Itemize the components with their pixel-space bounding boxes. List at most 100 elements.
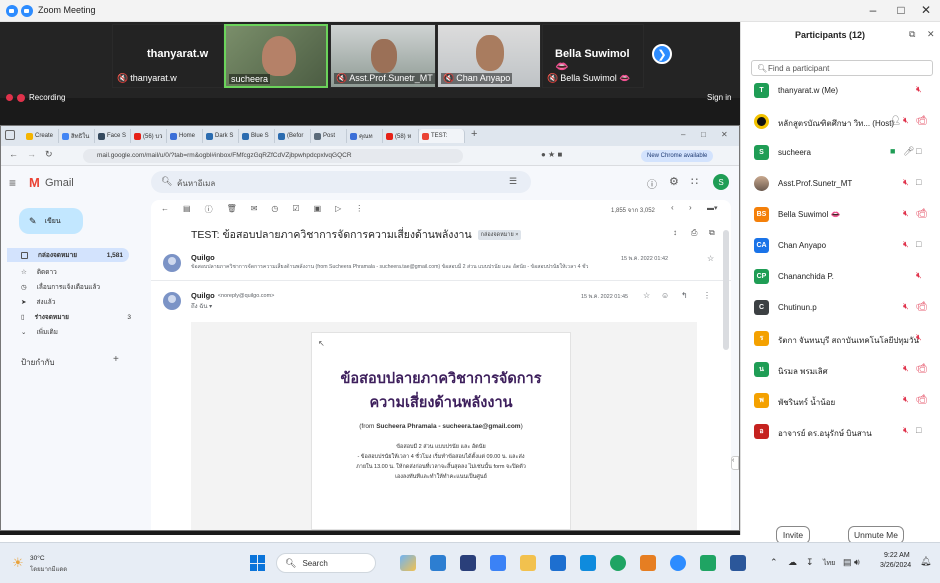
tray-overflow-icon[interactable]: ⌃ bbox=[770, 557, 778, 568]
mail-scrollbar[interactable] bbox=[723, 230, 729, 350]
word-app-icon[interactable] bbox=[730, 555, 746, 571]
browser-minimize-icon[interactable]: – bbox=[681, 130, 685, 139]
print-icon[interactable]: ⎙ bbox=[691, 228, 697, 238]
participant-row[interactable]: Tthanyarat.w (Me) 🔇︎ bbox=[741, 78, 940, 104]
mark-unread-icon[interactable]: ✉ bbox=[251, 204, 258, 215]
browser-tab[interactable]: Face S bbox=[95, 129, 131, 143]
archive-icon[interactable]: ▤ bbox=[183, 204, 191, 215]
minimize-button[interactable]: – bbox=[865, 3, 881, 17]
participant-row[interactable]: Asst.Prof.Sunetr_MT 🔇︎ □︎ bbox=[741, 171, 940, 197]
participant-search-input[interactable]: 🔍︎ Find a participant bbox=[751, 60, 933, 76]
browser-tab[interactable]: (58) ห bbox=[383, 129, 419, 143]
reload-icon[interactable]: ↻ bbox=[45, 149, 53, 160]
account-avatar[interactable]: S bbox=[713, 174, 729, 190]
participant-row[interactable]: CP Chananchida P. 🔇︎ bbox=[741, 264, 940, 290]
browser-tab[interactable]: คุณท bbox=[347, 129, 383, 143]
file-explorer-icon[interactable] bbox=[520, 555, 536, 571]
widgets-icon[interactable] bbox=[400, 555, 416, 571]
participant-row[interactable]: Ssucheera ■︎ 🎤︎ □︎ bbox=[741, 140, 940, 166]
participant-row[interactable]: ร รัตกา จันทนบุรี สถาบันเทคโนโลยีปทุมวัน 🔇… bbox=[741, 326, 940, 352]
restore-button[interactable]: □ bbox=[893, 3, 909, 17]
powerpoint-app-icon[interactable] bbox=[640, 555, 656, 571]
forward-icon[interactable]: → bbox=[27, 149, 36, 159]
mail-app-icon[interactable] bbox=[550, 555, 566, 571]
participant-row[interactable]: BS Bella Suwimol 👄 🔇︎ 📹︎ bbox=[741, 202, 940, 228]
participant-row[interactable]: พ พัชรินทร์ น้ำน้อย 🔇︎ 📹︎ bbox=[741, 388, 940, 414]
open-new-window-icon[interactable]: ⧉ bbox=[709, 228, 715, 238]
participant-row[interactable]: อ อาจารย์ ดร.อนุรักษ์ บินสาน 🔇︎ □︎ bbox=[741, 419, 940, 445]
clock-date[interactable]: 3/26/2024 bbox=[880, 562, 911, 569]
new-tab-icon[interactable]: + bbox=[471, 128, 477, 140]
participant-row[interactable]: หลักสูตรบัณฑิตศึกษา วิท... (Host) 👤︎ 🔇︎ 📹︎ bbox=[741, 109, 940, 135]
add-task-icon[interactable]: ☑ bbox=[292, 204, 299, 215]
next-page-icon[interactable]: › bbox=[689, 203, 692, 212]
browser-tab[interactable]: Dark S bbox=[203, 129, 239, 143]
signin-link[interactable]: Sign in bbox=[707, 93, 731, 102]
clock-time[interactable]: 9:22 AM bbox=[884, 552, 910, 559]
compose-button[interactable]: ✎ เขียน bbox=[19, 208, 83, 234]
nav-more[interactable]: ⌄ เพิ่มเติม bbox=[21, 327, 58, 337]
star-toggle-icon[interactable]: ☆ bbox=[643, 291, 650, 300]
close-panel-icon[interactable]: ✕ bbox=[927, 29, 935, 40]
browser-tab[interactable]: สิทธิใน bbox=[59, 129, 95, 143]
cloud-icon[interactable]: ☁ bbox=[788, 557, 797, 568]
close-button[interactable]: ✕ bbox=[918, 3, 934, 17]
expand-icon[interactable]: ↕ bbox=[673, 228, 677, 237]
tab-search-icon[interactable] bbox=[5, 130, 15, 140]
recipient-toggle[interactable]: ถึง ฉัน ▾ bbox=[191, 301, 212, 311]
trash-icon[interactable]: 🗑︎ bbox=[227, 204, 237, 215]
network-volume-icon[interactable]: ▤ 🔊︎ bbox=[843, 557, 860, 568]
taskbar-search[interactable]: 🔍︎ Search bbox=[276, 553, 376, 573]
language-indicator[interactable]: ไทย bbox=[823, 558, 835, 569]
move-to-icon[interactable]: ▣ bbox=[314, 204, 322, 215]
add-label-icon[interactable]: + bbox=[113, 354, 119, 365]
video-tile-thanyarat[interactable]: thanyarat.w 🔇 thanyarat.w bbox=[112, 24, 224, 88]
chrome-browser-icon[interactable] bbox=[610, 555, 626, 571]
more-vert-icon[interactable]: ⋮ bbox=[703, 291, 711, 300]
prev-page-icon[interactable]: ‹ bbox=[671, 203, 674, 212]
video-tile-bella[interactable]: Bella Suwimol 👄 🔇 Bella Suwimol 👄 bbox=[542, 24, 644, 88]
reply-icon[interactable]: ↰ bbox=[681, 291, 688, 300]
weather-temp[interactable]: 30°C bbox=[30, 555, 45, 562]
popout-icon[interactable]: ⧉ bbox=[909, 29, 915, 40]
input-tools-icon[interactable]: ▬▾ bbox=[707, 204, 718, 212]
browser-restore-icon[interactable]: □ bbox=[701, 130, 706, 139]
browser-tab[interactable]: (56) บว bbox=[131, 129, 167, 143]
participant-row[interactable]: น นิรมล พรมเลิศ 🔇︎ 📹︎ bbox=[741, 357, 940, 383]
address-bar[interactable]: mail.google.com/mail/u/0/?tab=rm&ogbl#in… bbox=[83, 149, 463, 163]
video-tile-chan[interactable]: 🔇 Chan Anyapo bbox=[437, 24, 541, 88]
participant-row[interactable]: C Chutinun.p 🔇︎ 📹︎ bbox=[741, 295, 940, 321]
message-snippet[interactable]: ข้อสอบปลายภาควิชาการจัดการความเสี่ยงด้าน… bbox=[191, 263, 631, 271]
nav-drafts[interactable]: ▯ ร่างจดหมาย 3 bbox=[21, 312, 131, 322]
browser-close-icon[interactable]: ✕ bbox=[721, 130, 728, 139]
back-icon[interactable]: ← bbox=[9, 149, 18, 159]
notification-bell-icon[interactable]: 🔔︎ bbox=[920, 556, 931, 567]
browser-tab-active[interactable]: TEST: bbox=[419, 129, 465, 143]
extensions-icon[interactable]: ● ★ ■ bbox=[541, 150, 562, 159]
help-icon[interactable]: ⓘ bbox=[647, 176, 657, 191]
search-options-icon[interactable]: ☰ bbox=[509, 176, 517, 187]
nav-inbox[interactable]: กล่องจดหมาย 1,581 bbox=[7, 248, 129, 262]
nav-sent[interactable]: ➤ ส่งแล้ว bbox=[21, 297, 55, 307]
apps-grid-icon[interactable]: ∷ bbox=[691, 175, 698, 188]
inbox-tag[interactable]: กล่องจดหมาย × bbox=[477, 229, 522, 240]
side-panel-toggle-icon[interactable]: ‹ bbox=[731, 456, 739, 470]
browser-tab[interactable]: Blue S bbox=[239, 129, 275, 143]
snooze-icon[interactable]: ◷ bbox=[271, 204, 278, 215]
label-icon[interactable]: ▷ bbox=[335, 204, 341, 215]
main-menu-icon[interactable]: ≡ bbox=[9, 176, 16, 190]
emoji-react-icon[interactable]: ☺ bbox=[661, 291, 669, 300]
more-vert-icon[interactable]: ⋮ bbox=[355, 204, 363, 215]
teams-app-icon[interactable] bbox=[490, 555, 506, 571]
star-toggle-icon[interactable]: ☆ bbox=[707, 254, 714, 263]
store-app-icon[interactable] bbox=[430, 555, 446, 571]
browser-tab[interactable]: Post bbox=[311, 129, 347, 143]
back-arrow-icon[interactable]: ← bbox=[161, 204, 169, 215]
mail-search-input[interactable]: 🔍︎ ค้นหาอีเมล ☰ bbox=[151, 171, 531, 193]
browser-tab[interactable]: Home bbox=[167, 129, 203, 143]
browser-tab[interactable]: (Befor bbox=[275, 129, 311, 143]
terminal-app-icon[interactable] bbox=[460, 555, 476, 571]
report-spam-icon[interactable]: ⓘ bbox=[205, 204, 213, 215]
usb-icon[interactable]: ↧ bbox=[806, 557, 814, 568]
zoom-taskbar-icon[interactable] bbox=[670, 555, 686, 571]
